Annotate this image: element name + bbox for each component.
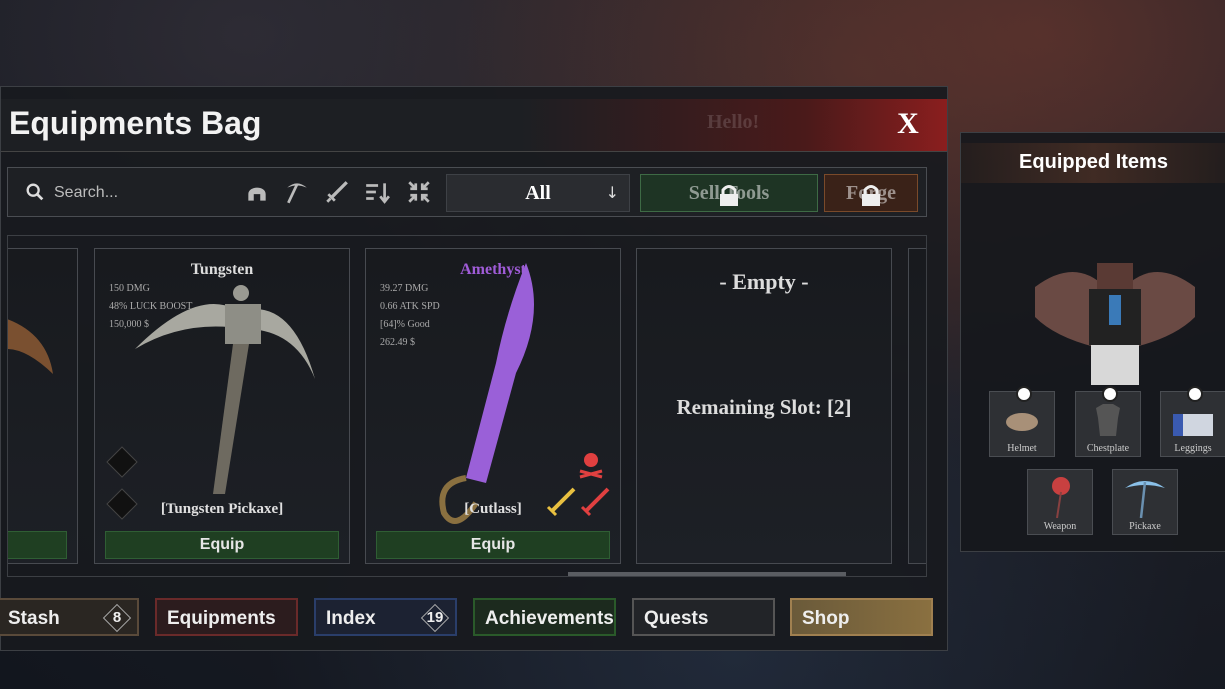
tab-stash[interactable]: Stash 8 [0, 598, 139, 636]
tab-shop[interactable]: Shop [790, 598, 933, 636]
collapse-icon[interactable] [406, 179, 432, 205]
horizontal-scrollbar[interactable] [568, 572, 846, 576]
weapon-icon [1052, 477, 1070, 518]
items-grid: Tungsten 150 DMG 48% LUCK BOOST 150,000 … [7, 235, 927, 577]
item-stat: 0.66 ATK SPD [380, 301, 440, 312]
slot-label: Chestplate [1086, 443, 1130, 454]
category-dropdown[interactable]: All ↓ [446, 174, 630, 212]
tab-quests[interactable]: Quests [632, 598, 775, 636]
partial-item-card [908, 248, 926, 564]
toolbar: All ↓ Sell Tools Forge [7, 167, 927, 217]
tab-count-badge: 19 [426, 609, 444, 626]
empty-slot-title: - Empty - [719, 269, 809, 294]
chestplate-icon [1096, 404, 1120, 436]
pickaxe-image [135, 285, 315, 494]
item-stat: [64]% Good [380, 319, 430, 330]
tab-label: Achievements [485, 608, 614, 629]
tab-label: Equipments [167, 608, 276, 629]
leggings-icon [1173, 414, 1213, 436]
item-fragment [8, 319, 53, 374]
equip-button[interactable] [8, 531, 67, 559]
empty-slot-card: - Empty - Remaining Slot: [2] [636, 248, 892, 564]
tab-label: Shop [802, 608, 850, 629]
equipments-bag-panel: Equipments Bag Hello! X Search... All ↓ … [0, 86, 948, 651]
remaining-slot-text: Remaining Slot: [2] [676, 395, 852, 419]
item-name: Tungsten [190, 261, 254, 278]
cutlass-image [439, 263, 534, 524]
skull-icon [579, 453, 603, 479]
tab-achievements[interactable]: Achievements [473, 598, 616, 636]
lock-icon [720, 185, 738, 206]
background-ghost-text: Hello! [707, 111, 760, 133]
item-card-amethyst[interactable]: Amethyst 39.27 DMG 0.66 ATK SPD [64]% Go… [365, 248, 621, 564]
item-stat: 262.49 $ [380, 337, 415, 348]
leggings-slot[interactable]: Leggings [1160, 386, 1225, 457]
pickaxe-icon[interactable] [284, 179, 310, 205]
item-card-tungsten[interactable]: Tungsten 150 DMG 48% LUCK BOOST 150,000 … [94, 248, 350, 564]
search-input[interactable] [52, 178, 226, 208]
weapon-slot[interactable]: Weapon [1027, 469, 1093, 535]
tab-index[interactable]: Index 19 [314, 598, 457, 636]
lock-icon [862, 185, 880, 206]
equipped-items-panel: Equipped Items Helmet Chestplate Legging… [960, 132, 1225, 552]
chestplate-slot[interactable]: Chestplate [1075, 386, 1141, 457]
close-button[interactable]: X [893, 107, 923, 141]
tab-label: Quests [644, 608, 709, 629]
partial-item-card[interactable] [8, 248, 78, 564]
sell-tools-button[interactable]: Sell Tools [640, 174, 818, 212]
character-preview [1035, 263, 1195, 385]
tab-label: Index [326, 608, 376, 629]
tab-label: Stash [8, 608, 60, 629]
pickaxe-slot[interactable]: Pickaxe [1112, 469, 1178, 535]
arrow-down-icon: ↓ [605, 183, 619, 202]
slot-label: Leggings [1174, 443, 1212, 454]
equipped-title: Equipped Items [1019, 151, 1168, 173]
helmet-slot[interactable]: Helmet [989, 386, 1055, 457]
search-icon [26, 183, 44, 201]
tab-equipments[interactable]: Equipments [155, 598, 298, 636]
bag-title: Equipments Bag [9, 105, 262, 141]
bag-header: Equipments Bag Hello! X [1, 99, 947, 152]
forge-button[interactable]: Forge [824, 174, 918, 212]
dropdown-selected: All [525, 182, 551, 204]
sort-icon[interactable] [364, 179, 390, 205]
slot-label: Helmet [1007, 443, 1037, 454]
slot-label: Weapon [1043, 521, 1077, 532]
eye-icon[interactable] [1016, 386, 1032, 402]
helmet-icon[interactable] [244, 179, 270, 205]
pickaxe-icon [1125, 481, 1165, 518]
item-label: [Cutlass] [464, 501, 522, 517]
equipped-title-bar: Equipped Items [961, 143, 1225, 183]
equip-button[interactable]: Equip [105, 531, 339, 559]
sword-icon[interactable] [324, 179, 350, 205]
equip-button[interactable]: Equip [376, 531, 610, 559]
item-stat: 39.27 DMG [380, 283, 429, 294]
eye-icon[interactable] [1102, 386, 1118, 402]
helmet-icon [1006, 413, 1038, 431]
item-label: [Tungsten Pickaxe] [160, 501, 284, 517]
eye-icon[interactable] [1187, 386, 1203, 402]
slot-label: Pickaxe [1129, 521, 1161, 532]
tab-count-badge: 8 [107, 608, 127, 628]
